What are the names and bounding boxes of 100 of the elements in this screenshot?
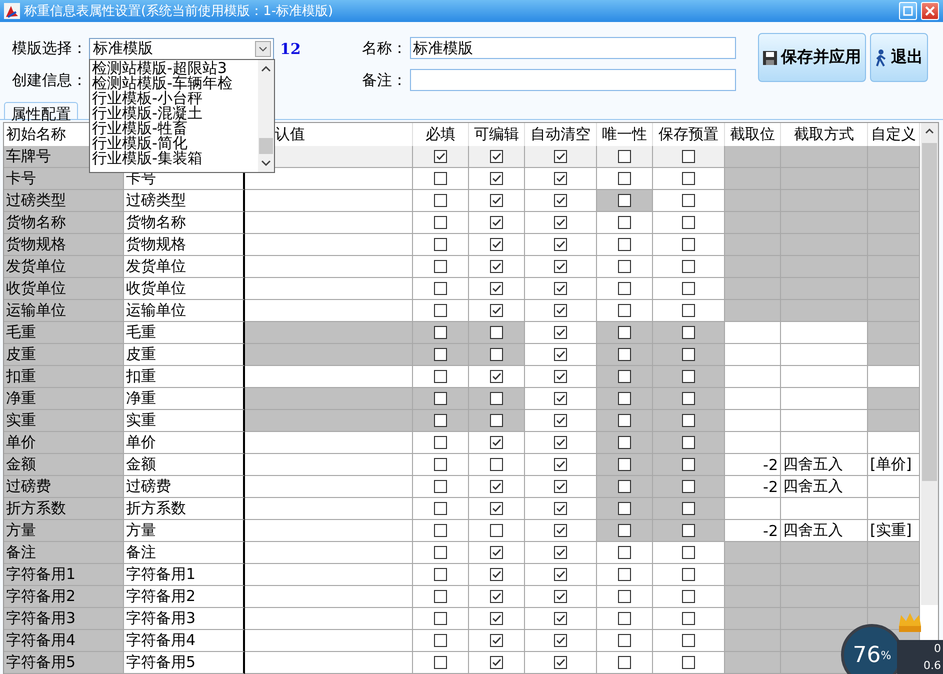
checkbox[interactable] <box>434 436 447 449</box>
checkbox[interactable] <box>490 436 503 449</box>
checkbox[interactable] <box>554 282 567 295</box>
name-field[interactable]: 标准模版 <box>410 37 736 59</box>
checkbox[interactable] <box>554 656 567 669</box>
table-cell[interactable] <box>245 366 413 388</box>
checkbox[interactable] <box>490 480 503 493</box>
table-cell[interactable] <box>245 542 413 564</box>
checkbox[interactable] <box>490 656 503 669</box>
table-cell[interactable] <box>245 168 413 190</box>
checkbox[interactable] <box>434 590 447 603</box>
checkbox[interactable] <box>434 502 447 515</box>
checkbox[interactable] <box>490 304 503 317</box>
maximize-button[interactable] <box>899 2 917 20</box>
checkbox[interactable] <box>682 612 695 625</box>
save-apply-button[interactable]: 保存并应用 <box>758 33 866 82</box>
checkbox[interactable] <box>554 590 567 603</box>
checkbox[interactable] <box>618 238 631 251</box>
checkbox[interactable] <box>490 634 503 647</box>
checkbox[interactable] <box>434 238 447 251</box>
checkbox[interactable] <box>682 238 695 251</box>
checkbox[interactable] <box>434 480 447 493</box>
checkbox[interactable] <box>434 568 447 581</box>
checkbox[interactable] <box>490 524 503 537</box>
checkbox[interactable] <box>554 194 567 207</box>
checkbox[interactable] <box>434 612 447 625</box>
checkbox[interactable] <box>554 436 567 449</box>
table-cell[interactable] <box>245 212 413 234</box>
checkbox[interactable] <box>554 348 567 361</box>
table-cell[interactable] <box>245 278 413 300</box>
checkbox[interactable] <box>490 458 503 471</box>
remark-field[interactable] <box>410 69 736 91</box>
checkbox[interactable] <box>618 590 631 603</box>
checkbox[interactable] <box>618 260 631 273</box>
checkbox[interactable] <box>554 634 567 647</box>
dropdown-item[interactable]: 行业模版-集装箱 <box>90 151 258 166</box>
checkbox[interactable] <box>490 216 503 229</box>
checkbox[interactable] <box>554 502 567 515</box>
checkbox[interactable] <box>554 392 567 405</box>
scrollbar-thumb[interactable] <box>922 143 937 481</box>
checkbox[interactable] <box>554 612 567 625</box>
checkbox[interactable] <box>682 656 695 669</box>
checkbox[interactable] <box>434 656 447 669</box>
checkbox[interactable] <box>554 458 567 471</box>
checkbox[interactable] <box>618 282 631 295</box>
checkbox[interactable] <box>434 172 447 185</box>
exit-button[interactable]: 退出 <box>870 33 928 82</box>
tab[interactable]: 属性配置 <box>4 102 78 119</box>
checkbox[interactable] <box>434 370 447 383</box>
checkbox[interactable] <box>434 194 447 207</box>
checkbox[interactable] <box>434 524 447 537</box>
checkbox[interactable] <box>490 370 503 383</box>
table-cell[interactable] <box>245 234 413 256</box>
scrollbar-thumb[interactable] <box>259 138 273 154</box>
table-cell[interactable] <box>245 586 413 608</box>
checkbox[interactable] <box>618 546 631 559</box>
checkbox[interactable] <box>618 568 631 581</box>
checkbox[interactable] <box>554 326 567 339</box>
checkbox[interactable] <box>490 282 503 295</box>
checkbox[interactable] <box>554 238 567 251</box>
checkbox[interactable] <box>434 260 447 273</box>
checkbox[interactable] <box>618 150 631 163</box>
checkbox[interactable] <box>682 172 695 185</box>
checkbox[interactable] <box>434 150 447 163</box>
table-cell[interactable] <box>245 608 413 630</box>
checkbox[interactable] <box>618 634 631 647</box>
checkbox[interactable] <box>682 282 695 295</box>
checkbox[interactable] <box>618 304 631 317</box>
template-dropdown[interactable]: 标准模版 <box>89 38 274 60</box>
checkbox[interactable] <box>682 304 695 317</box>
close-button[interactable] <box>921 2 939 20</box>
dropdown-item[interactable]: 行业模板-小台秤 <box>90 91 258 106</box>
checkbox[interactable] <box>682 216 695 229</box>
checkbox[interactable] <box>490 172 503 185</box>
table-cell[interactable] <box>245 564 413 586</box>
table-cell[interactable] <box>245 300 413 322</box>
checkbox[interactable] <box>490 612 503 625</box>
scrollbar[interactable] <box>258 60 274 172</box>
checkbox[interactable] <box>554 480 567 493</box>
dropdown-item[interactable]: 检测站模版-车辆年检 <box>90 76 258 91</box>
table-cell[interactable] <box>245 190 413 212</box>
scrollbar[interactable] <box>921 123 938 605</box>
checkbox[interactable] <box>554 260 567 273</box>
checkbox[interactable] <box>682 546 695 559</box>
checkbox[interactable] <box>490 260 503 273</box>
dropdown-item[interactable]: 检测站模版-超限站3 <box>90 61 258 76</box>
checkbox[interactable] <box>490 546 503 559</box>
checkbox[interactable] <box>554 304 567 317</box>
checkbox[interactable] <box>554 172 567 185</box>
table-cell[interactable] <box>245 630 413 652</box>
checkbox[interactable] <box>554 370 567 383</box>
checkbox[interactable] <box>490 502 503 515</box>
checkbox[interactable] <box>554 524 567 537</box>
checkbox[interactable] <box>682 634 695 647</box>
checkbox[interactable] <box>682 568 695 581</box>
checkbox[interactable] <box>490 568 503 581</box>
table-cell[interactable] <box>245 454 413 476</box>
checkbox[interactable] <box>490 590 503 603</box>
table-cell[interactable] <box>245 476 413 498</box>
checkbox[interactable] <box>434 216 447 229</box>
